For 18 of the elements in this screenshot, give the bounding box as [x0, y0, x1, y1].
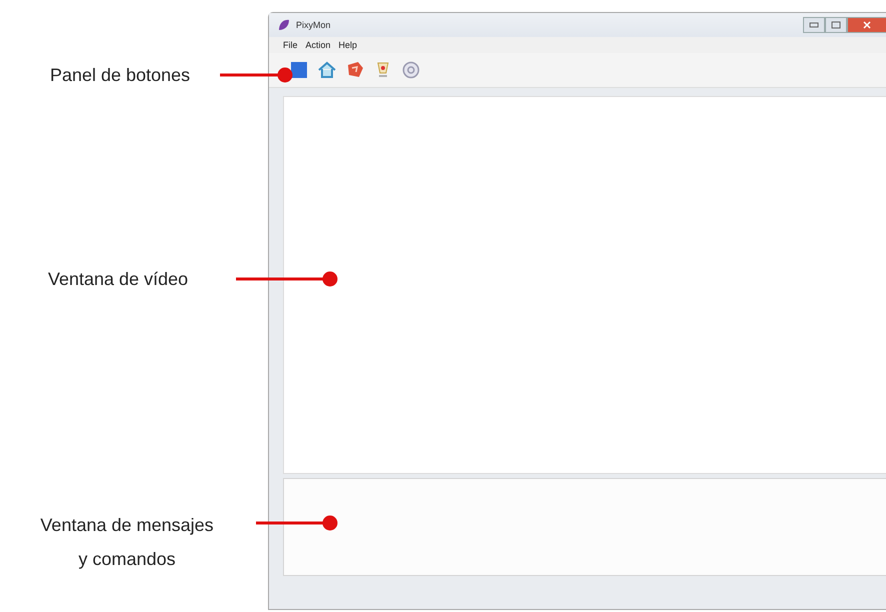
callout-label: Panel de botones — [48, 64, 192, 87]
gear-icon — [402, 61, 420, 79]
app-logo-icon — [277, 18, 291, 32]
maximize-icon — [831, 21, 841, 29]
callout-label: Ventana de vídeo — [46, 268, 190, 291]
close-icon — [863, 21, 871, 29]
maximize-button[interactable] — [825, 17, 847, 33]
minimize-button[interactable] — [803, 17, 825, 33]
house-icon — [318, 61, 336, 79]
minimize-icon — [809, 22, 819, 28]
menu-item[interactable]: Help — [338, 40, 358, 50]
menu-item[interactable]: Action — [306, 40, 331, 50]
shield-icon — [346, 61, 364, 79]
menu-item[interactable]: File — [283, 40, 298, 50]
close-button[interactable] — [847, 17, 886, 33]
square-icon — [290, 61, 308, 79]
window-title: PixyMon — [296, 20, 331, 30]
callout-label: Ventana de mensajes y comandos — [39, 514, 215, 572]
